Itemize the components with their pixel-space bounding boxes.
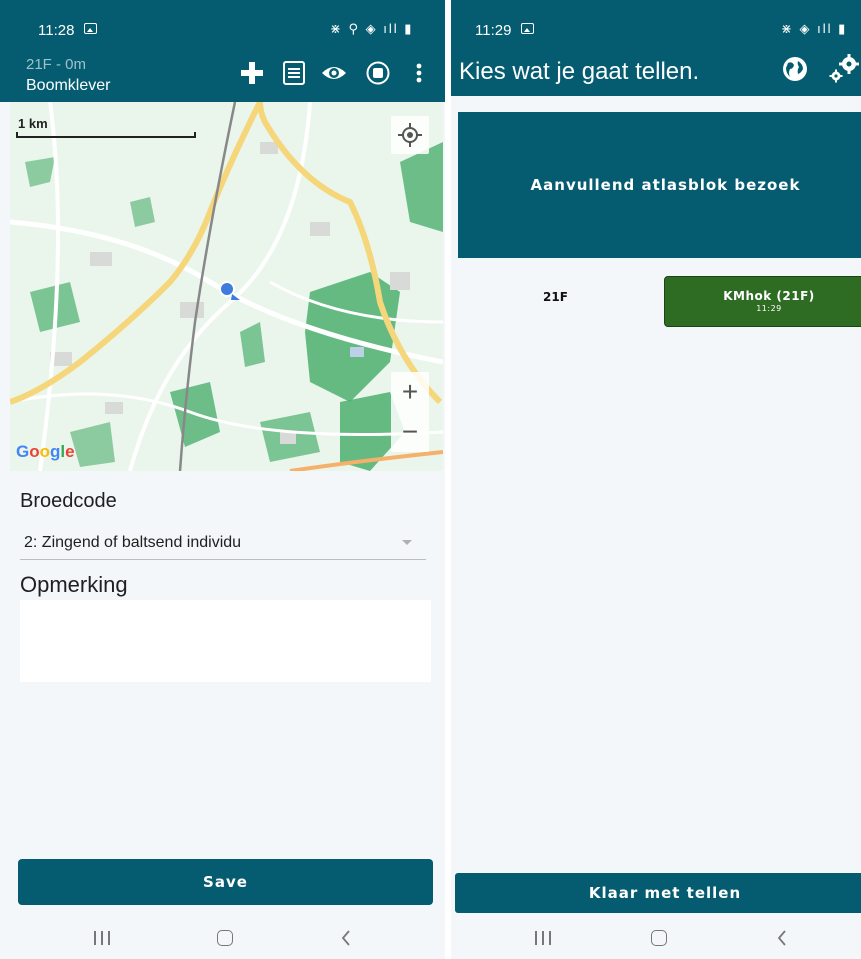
system-icons: ⋇ ⚲ ◈ ıll ▮ (330, 21, 414, 36)
more-vert-icon[interactable] (412, 60, 426, 86)
system-nav-bar (451, 917, 861, 959)
system-icons: ⋇ ◈ ıll ▮ (781, 21, 848, 36)
status-time: 11:29 (475, 22, 512, 39)
home-icon[interactable] (651, 930, 667, 946)
kmhok-name: KMhok (21F) (723, 289, 815, 303)
back-icon[interactable] (776, 929, 788, 947)
google-logo: Google (16, 442, 75, 461)
zoom-out-button[interactable]: − (391, 412, 429, 452)
species-title: Boomklever (26, 77, 111, 94)
globe-icon[interactable] (781, 55, 809, 83)
image-notification-icon (84, 23, 97, 34)
dropdown-caret-icon (402, 540, 412, 545)
status-bar: 11:29 ⋇ ◈ ıll ▮ (451, 0, 861, 50)
location-subtitle: 21F - 0m (26, 56, 87, 73)
plus-icon[interactable] (239, 60, 265, 86)
map-tiles (10, 102, 443, 471)
opmerking-textarea[interactable] (20, 600, 431, 682)
map-view[interactable]: 1 km + − Google (10, 102, 443, 471)
stop-icon[interactable] (365, 60, 391, 86)
app-bar: 21F - 0m Boomklever (0, 50, 445, 102)
eye-icon[interactable] (320, 62, 348, 84)
back-icon[interactable] (340, 929, 352, 947)
left-screen: 11:28 ⋇ ⚲ ◈ ıll ▮ 21F - 0m Boomklever 1 … (0, 0, 445, 959)
save-button[interactable]: Save (18, 859, 433, 905)
list-icon[interactable] (282, 60, 306, 86)
status-bar: 11:28 ⋇ ⚲ ◈ ıll ▮ (0, 0, 445, 50)
zoom-controls: + − (391, 372, 429, 452)
crosshair-icon (398, 123, 422, 147)
broedcode-value: 2: Zingend of baltsend individu (24, 534, 242, 551)
system-nav-bar (0, 917, 445, 959)
status-time: 11:28 (38, 22, 75, 39)
settings-gears-icon[interactable] (827, 52, 861, 84)
right-screen: 11:29 ⋇ ◈ ıll ▮ Kies wat je gaat tellen.… (445, 0, 861, 959)
home-icon[interactable] (217, 930, 233, 946)
aanvullend-atlasblok-tile[interactable]: Aanvullend atlasblok bezoek (458, 112, 861, 258)
app-bar: Kies wat je gaat tellen. (451, 50, 861, 96)
map-scale-label: 1 km (18, 116, 48, 131)
kmhok-tile[interactable]: KMhok (21F) 11:29 (664, 276, 861, 327)
block-code-label: 21F (543, 290, 568, 304)
recents-icon[interactable] (94, 931, 110, 945)
broedcode-label: Broedcode (20, 490, 117, 512)
broedcode-select[interactable]: 2: Zingend of baltsend individu (20, 528, 426, 560)
recents-icon[interactable] (535, 931, 551, 945)
my-location-button[interactable] (391, 116, 429, 154)
opmerking-label: Opmerking (20, 572, 128, 597)
klaar-met-tellen-button[interactable]: Klaar met tellen (455, 873, 861, 913)
zoom-in-button[interactable]: + (391, 372, 429, 412)
kmhok-time: 11:29 (756, 304, 782, 313)
map-scale-bar (16, 132, 196, 138)
page-title: Kies wat je gaat tellen. (459, 58, 700, 85)
image-notification-icon (521, 23, 534, 34)
